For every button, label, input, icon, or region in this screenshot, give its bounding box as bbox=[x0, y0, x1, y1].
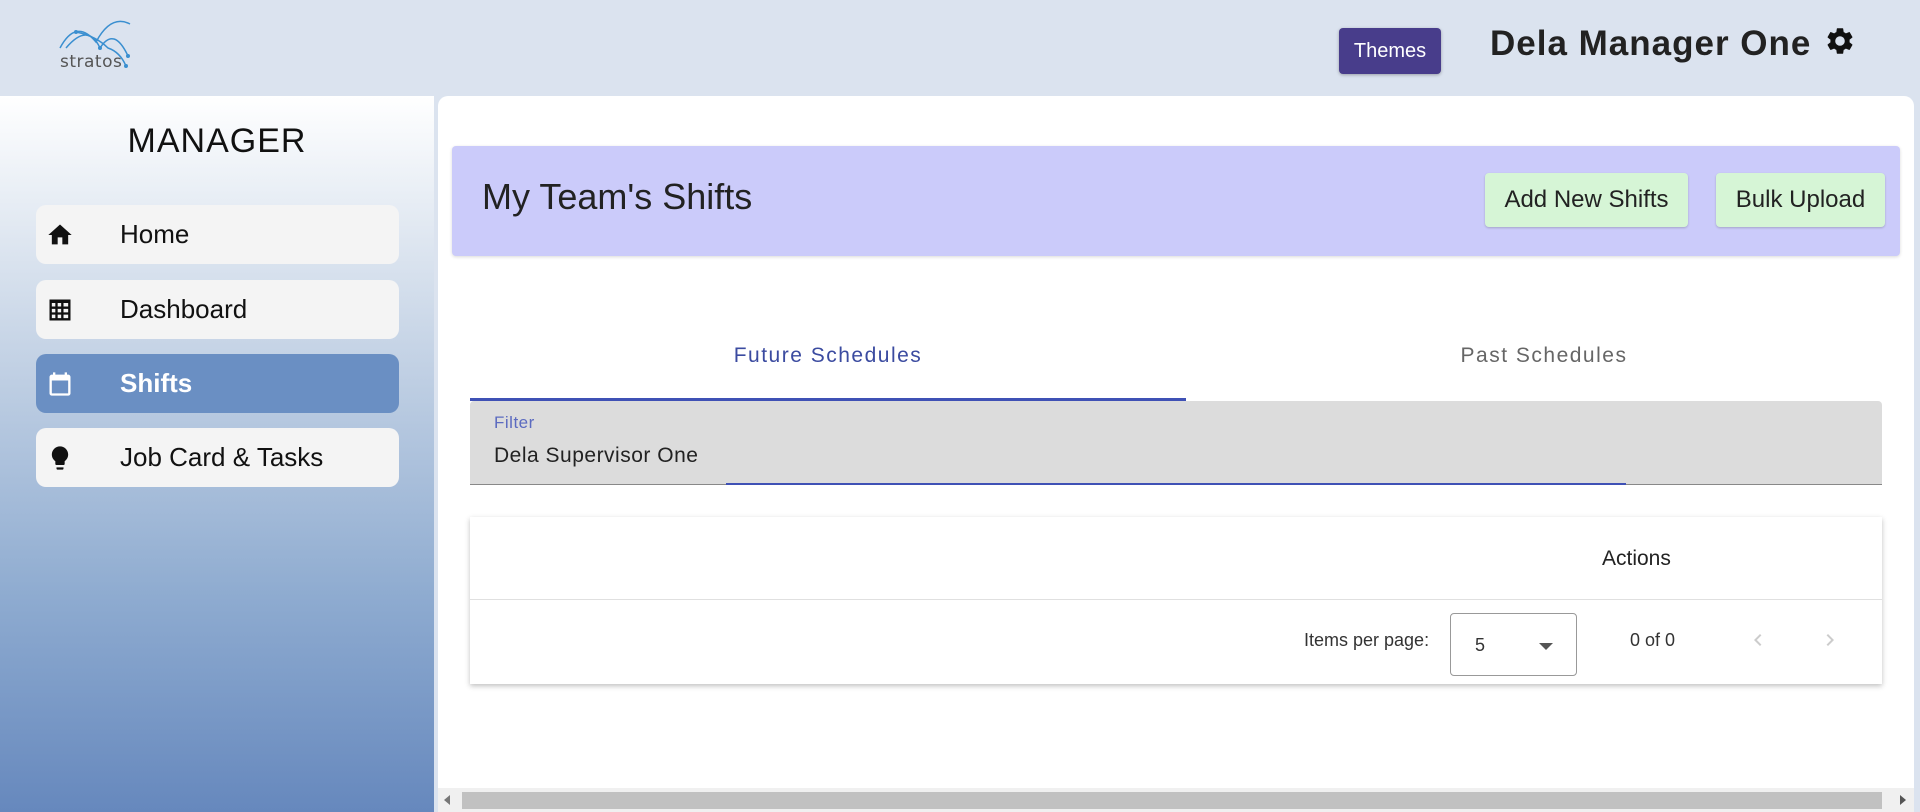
next-page-button[interactable] bbox=[1812, 622, 1848, 658]
dropdown-arrow-icon bbox=[1539, 643, 1553, 650]
chevron-left-icon bbox=[1754, 634, 1762, 646]
sidebar-item-label: Job Card & Tasks bbox=[120, 442, 324, 472]
sidebar-item-label: Dashboard bbox=[120, 294, 248, 324]
tab-future-schedules[interactable]: Future Schedules bbox=[470, 316, 1186, 396]
filter-label: Filter bbox=[494, 413, 535, 432]
sidebar-item-label: Shifts bbox=[120, 368, 193, 398]
sidebar-item-job-card-tasks[interactable]: Job Card & Tasks bbox=[36, 428, 399, 487]
chevron-right-icon bbox=[1826, 634, 1834, 646]
themes-button[interactable]: Themes bbox=[1339, 28, 1441, 74]
top-bar: stratos Themes Dela Manager One bbox=[0, 0, 1920, 96]
filter-input[interactable] bbox=[494, 441, 1854, 471]
lightbulb-icon bbox=[46, 444, 74, 472]
user-name: Dela Manager One bbox=[1490, 24, 1812, 63]
filter-focus-underline bbox=[726, 483, 1626, 485]
sidebar-item-home[interactable]: Home bbox=[36, 205, 399, 264]
home-icon bbox=[46, 221, 74, 249]
logo-text: stratos bbox=[60, 52, 123, 72]
page-range-label: 0 of 0 bbox=[1630, 630, 1676, 650]
calendar-icon bbox=[46, 370, 74, 398]
tab-past-schedules[interactable]: Past Schedules bbox=[1186, 316, 1902, 396]
scroll-right-arrow-icon[interactable] bbox=[1900, 795, 1906, 805]
items-per-page-label: Items per page: bbox=[1304, 630, 1430, 650]
bulk-upload-button[interactable]: Bulk Upload bbox=[1716, 173, 1885, 227]
horizontal-scrollbar[interactable] bbox=[438, 788, 1914, 812]
paginator: Items per page: 5 0 of 0 bbox=[470, 600, 1882, 684]
items-per-page-select[interactable]: 5 bbox=[1450, 613, 1577, 676]
shifts-table: Actions Items per page: 5 0 of 0 bbox=[470, 517, 1882, 684]
previous-page-button[interactable] bbox=[1740, 622, 1776, 658]
sidebar-item-shifts[interactable]: Shifts bbox=[36, 354, 399, 413]
table-header-row: Actions bbox=[470, 517, 1882, 600]
grid-icon bbox=[46, 296, 74, 324]
page-header-card: My Team's Shifts Add New Shifts Bulk Upl… bbox=[452, 146, 1900, 256]
sidebar: MANAGER Home Dashboard Shifts Job Card &… bbox=[0, 96, 434, 812]
column-header-actions: Actions bbox=[1602, 547, 1671, 570]
filter-field[interactable]: Filter bbox=[470, 401, 1882, 485]
page-title: My Team's Shifts bbox=[482, 176, 753, 217]
sidebar-item-label: Home bbox=[120, 219, 190, 249]
scroll-left-arrow-icon[interactable] bbox=[444, 795, 450, 805]
sidebar-item-dashboard[interactable]: Dashboard bbox=[36, 280, 399, 339]
gear-icon[interactable] bbox=[1824, 25, 1856, 57]
add-new-shifts-button[interactable]: Add New Shifts bbox=[1485, 173, 1688, 227]
items-per-page-value: 5 bbox=[1475, 635, 1486, 655]
sidebar-title: MANAGER bbox=[127, 122, 307, 160]
scrollbar-thumb[interactable] bbox=[462, 792, 1882, 809]
main-panel: My Team's Shifts Add New Shifts Bulk Upl… bbox=[438, 96, 1914, 812]
